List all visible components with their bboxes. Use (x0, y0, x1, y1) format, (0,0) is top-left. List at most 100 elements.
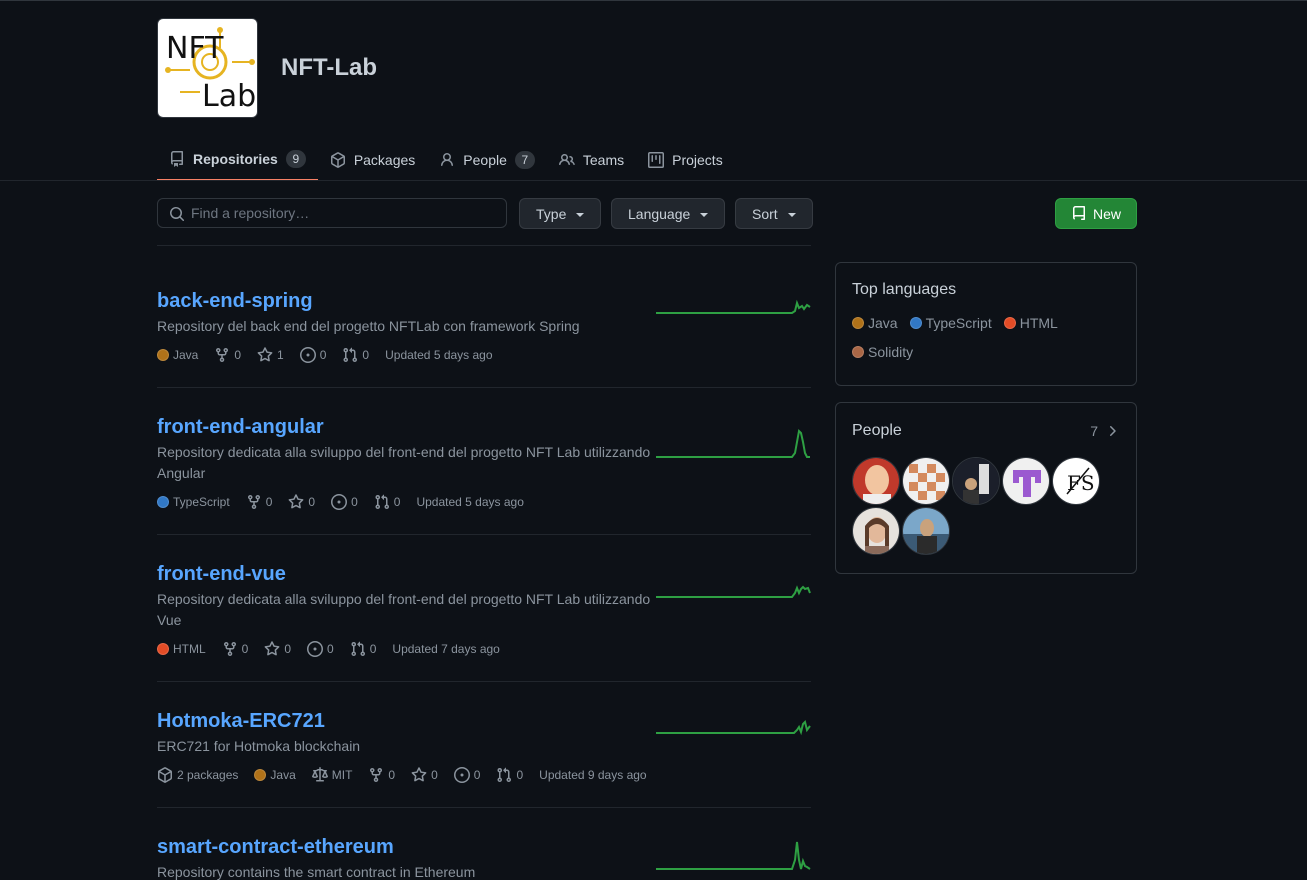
language-label: Java (173, 348, 199, 362)
avatar[interactable] (952, 457, 1000, 505)
language-label: TypeScript (925, 314, 992, 331)
html-dot-icon (1003, 316, 1016, 329)
pulls-link[interactable]: 0 (342, 347, 369, 363)
identicon-icon (1003, 458, 1049, 504)
top-languages-title: Top languages (852, 281, 957, 298)
issues-link[interactable]: 0 (307, 641, 334, 657)
html-dot-icon (157, 643, 169, 655)
language-item[interactable]: Solidity (852, 342, 913, 361)
org-nav: Repositories 9 Packages People 7 Teams P… (157, 138, 735, 181)
issue-icon (299, 347, 316, 363)
people-card: People 7 FS (835, 402, 1137, 574)
activity-sparkline (656, 299, 811, 314)
tab-repositories[interactable]: Repositories 9 (157, 138, 318, 181)
forks-count: 0 (265, 495, 273, 509)
language-item[interactable]: Java (852, 313, 898, 332)
issues-link[interactable]: 0 (299, 347, 326, 363)
tab-projects[interactable]: Projects (636, 138, 735, 181)
updated-time: Updated 7 days ago (392, 642, 500, 656)
forks-count: 0 (241, 642, 249, 656)
avatar[interactable] (852, 457, 900, 505)
repo-icon (1072, 205, 1085, 220)
filters-divider (157, 245, 811, 246)
tab-people[interactable]: People 7 (427, 138, 547, 181)
forks-link[interactable]: 0 (214, 347, 241, 363)
people-icon (558, 153, 575, 165)
packages-link[interactable]: 2 packages (157, 767, 238, 783)
forks-link[interactable]: 0 (368, 767, 395, 783)
repo-item: Hotmoka-ERC721 ERC721 for Hotmoka blockc… (157, 706, 811, 784)
avatar[interactable] (1002, 457, 1050, 505)
fs-logo-icon: FS (1053, 458, 1099, 504)
stars-count: 0 (308, 495, 316, 509)
pull-request-icon (375, 494, 389, 510)
law-icon (311, 767, 328, 782)
new-repo-button[interactable]: New (1055, 198, 1137, 229)
star-icon (288, 494, 304, 509)
updated-time: Updated 9 days ago (539, 768, 647, 782)
people-title[interactable]: People (852, 422, 902, 440)
sort-button[interactable]: Sort (735, 198, 813, 229)
repo-divider (157, 534, 811, 535)
star-icon (257, 347, 273, 362)
tab-teams[interactable]: Teams (547, 138, 636, 181)
chevron-down-icon (787, 212, 796, 217)
new-button-label: New (1092, 205, 1121, 222)
pulls-count: 0 (362, 348, 370, 362)
chevron-down-icon (576, 212, 585, 217)
people-count-link[interactable]: 7 (1090, 423, 1120, 439)
people-header: People 7 (852, 422, 1120, 440)
org-logo[interactable]: NFT Lab (157, 18, 258, 118)
package-icon (330, 151, 345, 168)
issue-icon (307, 641, 324, 657)
language-item[interactable]: HTML (1003, 313, 1058, 332)
stars-link[interactable]: 0 (411, 767, 438, 783)
avatar-photo-icon (953, 458, 999, 504)
forks-count: 0 (388, 768, 396, 782)
repo-filters: Type Language Sort New (157, 197, 1137, 229)
language-filter-button[interactable]: Language (611, 198, 726, 229)
org-name: NFT-Lab (281, 54, 377, 81)
stars-link[interactable]: 0 (288, 494, 315, 510)
forks-link[interactable]: 0 (222, 641, 249, 657)
type-filter-label: Type (536, 205, 567, 222)
avatar[interactable] (902, 507, 950, 555)
repo-language: TypeScript (157, 495, 230, 509)
project-icon (648, 151, 665, 168)
fork-icon (223, 642, 236, 657)
avatar[interactable] (902, 457, 950, 505)
type-filter-button[interactable]: Type (519, 198, 602, 229)
updated-time: Updated 5 days ago (385, 348, 493, 362)
repo-description: Repository del back end del progetto NFT… (157, 318, 580, 334)
avatar[interactable]: FS (1052, 457, 1100, 505)
avatar[interactable] (852, 507, 900, 555)
stars-link[interactable]: 0 (264, 641, 291, 657)
language-item[interactable]: TypeScript (909, 313, 992, 332)
repo-language: Java (157, 348, 198, 362)
updated-time: Updated 5 days ago (416, 495, 524, 509)
pull-request-icon (343, 347, 358, 363)
tab-packages[interactable]: Packages (318, 138, 427, 181)
repo-meta: Java 0 1 0 0 Updated 5 days ago (157, 346, 811, 364)
typescript-dot-icon (157, 496, 169, 508)
repo-language: Java (254, 768, 296, 782)
repo-description: ERC721 for Hotmoka blockchain (157, 738, 361, 754)
language-label: HTML (1019, 314, 1058, 331)
search-input[interactable] (191, 205, 491, 221)
repositories-count: 9 (285, 149, 306, 168)
pulls-link[interactable]: 0 (350, 641, 376, 657)
stars-link[interactable]: 1 (257, 347, 284, 363)
issues-count: 0 (473, 768, 481, 782)
java-dot-icon (157, 349, 169, 361)
nft-lab-logo-icon: NFT Lab (164, 27, 256, 114)
pulls-link[interactable]: 0 (496, 767, 523, 783)
issues-count: 0 (351, 495, 358, 509)
forks-link[interactable]: 0 (246, 494, 273, 510)
forks-count: 0 (234, 348, 242, 362)
issues-link[interactable]: 0 (453, 767, 481, 783)
issues-link[interactable]: 0 (331, 494, 358, 510)
repo-item: front-end-angular Repository dedicata al… (157, 412, 811, 511)
pulls-count: 0 (516, 768, 524, 782)
repo-language: HTML (157, 642, 206, 656)
pulls-link[interactable]: 0 (374, 494, 400, 510)
